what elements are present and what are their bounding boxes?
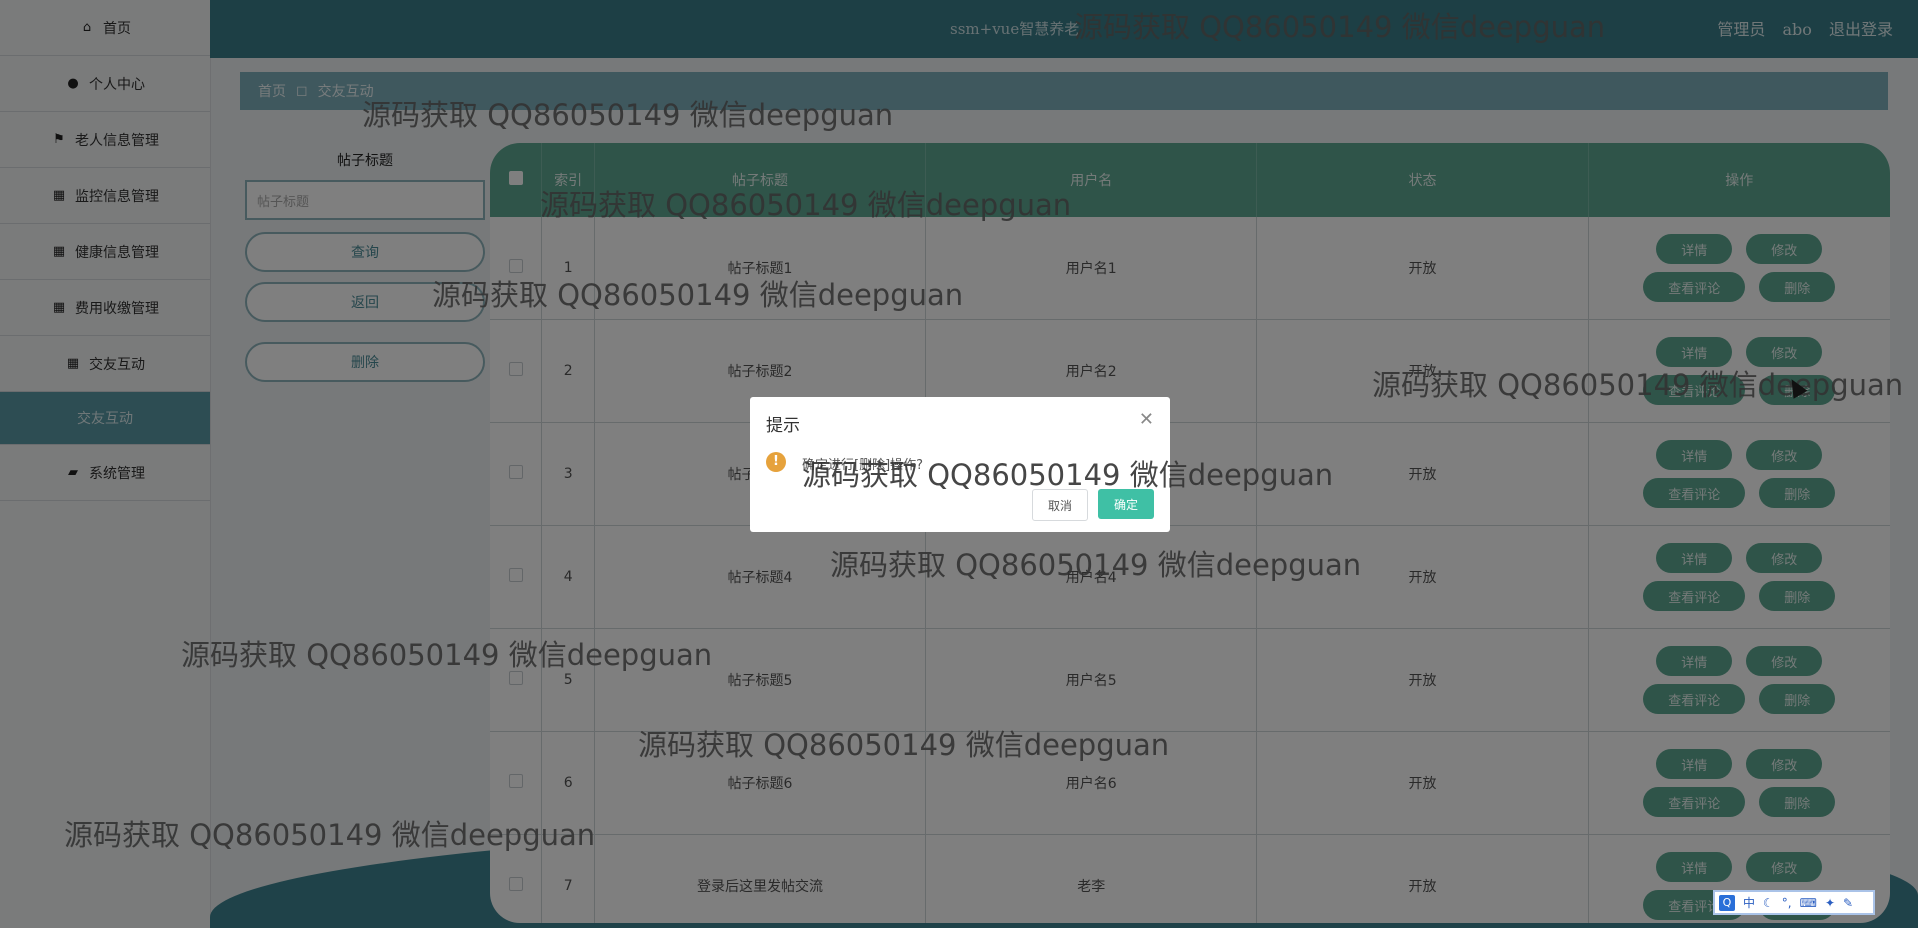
watermark-text: 源码获取 QQ86050149 微信deepguan (802, 458, 1334, 492)
ime-mode[interactable]: 中 (1743, 894, 1755, 911)
watermark-text: 源码获取 QQ86050149 微信deepguan (64, 818, 596, 852)
watermark-text: 源码获取 QQ86050149 微信deepguan (638, 728, 1170, 762)
watermark-text: 源码获取 QQ86050149 微信deepguan (1074, 10, 1606, 44)
wrench-icon[interactable]: ✎ (1843, 896, 1853, 910)
ime-logo-icon: Q (1719, 894, 1735, 911)
ime-toolbar[interactable]: Q 中 ☾ °, ⌨ ✦ ✎ (1713, 890, 1875, 915)
dialog-title: 提示 (766, 416, 800, 436)
settings-icon[interactable]: ✦ (1825, 896, 1835, 910)
warning-icon: ! (766, 452, 786, 472)
watermark-text: 源码获取 QQ86050149 微信deepguan (181, 638, 713, 672)
watermark-text: 源码获取 QQ86050149 微信deepguan (830, 548, 1362, 582)
watermark-text: 源码获取 QQ86050149 微信deepguan (432, 278, 964, 312)
keyboard-icon[interactable]: ⌨ (1800, 896, 1817, 910)
punctuation-icon[interactable]: °, (1782, 896, 1792, 910)
watermark-text: 源码获取 QQ86050149 微信deepguan (362, 98, 894, 132)
watermark-text: 源码获取 QQ86050149 微信deepguan (540, 188, 1072, 222)
close-icon[interactable]: ✕ (1139, 409, 1154, 430)
moon-icon[interactable]: ☾ (1763, 896, 1774, 910)
watermark-text: 源码获取 QQ86050149 微信deepguan (1372, 368, 1904, 402)
